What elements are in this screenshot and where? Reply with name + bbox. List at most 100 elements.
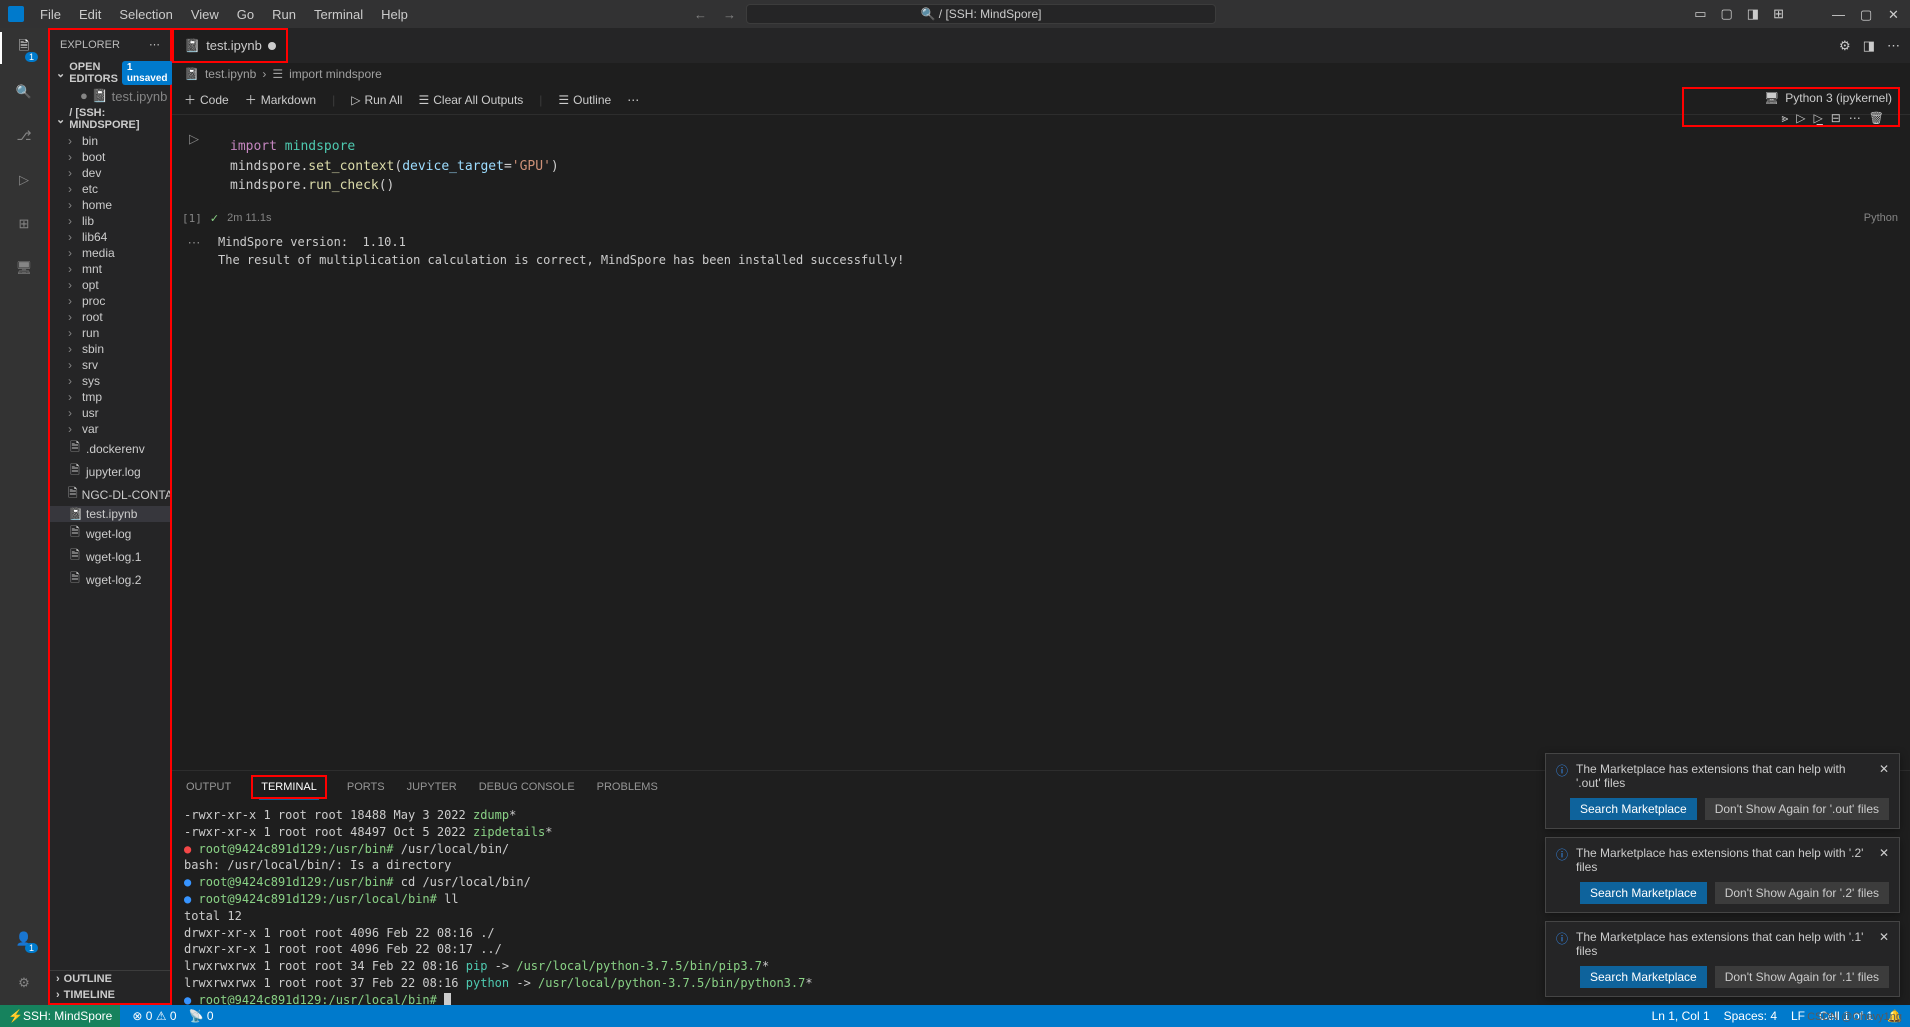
timeline-section[interactable]: ›TIMELINE xyxy=(50,987,170,1003)
folder-media[interactable]: ›media xyxy=(50,245,170,261)
run-tab-icon[interactable]: ⚙ xyxy=(1839,38,1851,54)
nav-forward-icon[interactable]: → xyxy=(723,7,736,22)
search-marketplace-button[interactable]: Search Marketplace xyxy=(1570,798,1697,820)
toolbar-more-icon[interactable]: ⋯ xyxy=(627,93,639,107)
folder-sys[interactable]: ›sys xyxy=(50,373,170,389)
menu-run[interactable]: Run xyxy=(264,3,304,26)
notification: ⓘThe Marketplace has extensions that can… xyxy=(1545,753,1900,829)
folder-root[interactable]: ›root xyxy=(50,309,170,325)
menu-help[interactable]: Help xyxy=(373,3,416,26)
folder-sbin[interactable]: ›sbin xyxy=(50,341,170,357)
modified-dot-icon xyxy=(268,42,276,50)
cell-language[interactable]: Python xyxy=(1864,212,1898,224)
folder-usr[interactable]: ›usr xyxy=(50,405,170,421)
title-search-text: / [SSH: MindSpore] xyxy=(939,7,1042,21)
settings-icon[interactable]: ⚙ xyxy=(12,971,36,995)
code-cell[interactable]: ▷ import mindspore mindspore.set_context… xyxy=(172,125,1910,208)
status-lf[interactable]: LF xyxy=(1791,1009,1805,1023)
menu-terminal[interactable]: Terminal xyxy=(306,3,371,26)
search-marketplace-button[interactable]: Search Marketplace xyxy=(1580,966,1707,988)
folder-run[interactable]: ›run xyxy=(50,325,170,341)
file-wgetlog[interactable]: 🗎wget-log xyxy=(50,522,170,545)
status-lncol[interactable]: Ln 1, Col 1 xyxy=(1652,1009,1710,1023)
run-cell-icon[interactable]: ▷ xyxy=(189,131,199,204)
outline-section[interactable]: ›OUTLINE xyxy=(50,971,170,987)
menu-go[interactable]: Go xyxy=(229,3,262,26)
file-wgetlog1[interactable]: 🗎wget-log.1 xyxy=(50,545,170,568)
menu-file[interactable]: File xyxy=(32,3,69,26)
tab-jupyter[interactable]: JUPYTER xyxy=(405,775,459,799)
open-editor-file[interactable]: ● 📓 test.ipynb xyxy=(50,87,170,105)
folder-opt[interactable]: ›opt xyxy=(50,277,170,293)
breadcrumb[interactable]: 📓 test.ipynb › ☰ import mindspore xyxy=(172,63,1910,85)
folder-mnt[interactable]: ›mnt xyxy=(50,261,170,277)
file-ngc[interactable]: 🗎NGC-DL-CONTAINER... xyxy=(50,483,170,506)
maximize-icon[interactable]: ▢ xyxy=(1860,7,1874,21)
menu-edit[interactable]: Edit xyxy=(71,3,109,26)
remote-indicator[interactable]: ⚡ SSH: MindSpore xyxy=(0,1005,120,1027)
folder-bin[interactable]: ›bin xyxy=(50,133,170,149)
tab-debug-console[interactable]: DEBUG CONSOLE xyxy=(477,775,577,799)
outline-button[interactable]: ☰ Outline xyxy=(558,93,611,107)
code-editor[interactable]: import mindspore mindspore.set_context(d… xyxy=(218,129,1900,204)
folder-dev[interactable]: ›dev xyxy=(50,165,170,181)
folder-lib[interactable]: ›lib xyxy=(50,213,170,229)
tab-more-icon[interactable]: ⋯ xyxy=(1887,38,1900,54)
menu-view[interactable]: View xyxy=(183,3,227,26)
file-jupyterlog[interactable]: 🗎jupyter.log xyxy=(50,460,170,483)
folder-etc[interactable]: ›etc xyxy=(50,181,170,197)
menu-selection[interactable]: Selection xyxy=(111,3,180,26)
close-icon[interactable]: ✕ xyxy=(1879,930,1889,944)
close-icon[interactable]: ✕ xyxy=(1879,846,1889,860)
command-center[interactable]: 🔍 / [SSH: MindSpore] xyxy=(746,4,1216,24)
search-icon[interactable]: 🔍 xyxy=(12,80,36,104)
folder-lib64[interactable]: ›lib64 xyxy=(50,229,170,245)
close-icon[interactable]: ✕ xyxy=(1879,762,1889,776)
folder-root[interactable]: ⌄/ [SSH: MINDSPORE] xyxy=(50,105,170,133)
accounts-icon[interactable]: 👤1 xyxy=(12,927,36,951)
split-tab-icon[interactable]: ◨ xyxy=(1863,38,1875,54)
source-control-icon[interactable]: ⎇ xyxy=(12,124,36,148)
customize-icon[interactable]: ⊞ xyxy=(1773,6,1784,22)
add-code-button[interactable]: ＋ Code xyxy=(184,91,229,108)
clear-outputs-button[interactable]: ☰ Clear All Outputs xyxy=(418,93,523,107)
folder-proc[interactable]: ›proc xyxy=(50,293,170,309)
minimize-icon[interactable]: — xyxy=(1832,7,1846,21)
tab-problems[interactable]: PROBLEMS xyxy=(595,775,660,799)
file-dockerenv[interactable]: 🗎.dockerenv xyxy=(50,437,170,460)
folder-boot[interactable]: ›boot xyxy=(50,149,170,165)
folder-var[interactable]: ›var xyxy=(50,421,170,437)
file-wgetlog2[interactable]: 🗎wget-log.2 xyxy=(50,568,170,591)
status-errors[interactable]: ⊗ 0 ⚠ 0 xyxy=(132,1009,176,1023)
sidebar-icon[interactable]: ◨ xyxy=(1747,6,1759,22)
tab-output[interactable]: OUTPUT xyxy=(184,775,233,799)
dont-show-button[interactable]: Don't Show Again for '.out' files xyxy=(1705,798,1889,820)
notification: ⓘThe Marketplace has extensions that can… xyxy=(1545,921,1900,997)
run-all-button[interactable]: ▷ Run All xyxy=(351,93,402,107)
file-tree: ›bin ›boot ›dev ›etc ›home ›lib ›lib64 ›… xyxy=(50,133,170,970)
status-ports[interactable]: 📡 0 xyxy=(189,1009,214,1023)
explorer-icon[interactable]: 🗎1 xyxy=(12,36,36,60)
explorer-more-icon[interactable]: ⋯ xyxy=(149,38,160,51)
search-marketplace-button[interactable]: Search Marketplace xyxy=(1580,882,1707,904)
tab-ports[interactable]: PORTS xyxy=(345,775,387,799)
run-debug-icon[interactable]: ▷ xyxy=(12,168,36,192)
folder-srv[interactable]: ›srv xyxy=(50,357,170,373)
layout-icon[interactable]: ▭ xyxy=(1694,6,1706,22)
status-spaces[interactable]: Spaces: 4 xyxy=(1724,1009,1777,1023)
add-markdown-button[interactable]: ＋ Markdown xyxy=(245,91,316,108)
notif-message: The Marketplace has extensions that can … xyxy=(1576,846,1871,874)
tab-testipynb[interactable]: 📓 test.ipynb xyxy=(172,28,288,63)
nav-back-icon[interactable]: ← xyxy=(694,7,707,22)
dont-show-button[interactable]: Don't Show Again for '.2' files xyxy=(1715,882,1889,904)
open-editors-section[interactable]: ⌄OPEN EDITORS 1 unsaved xyxy=(50,59,170,87)
file-testipynb[interactable]: 📓test.ipynb xyxy=(50,506,170,522)
close-icon[interactable]: ✕ xyxy=(1888,7,1902,21)
panel-icon[interactable]: ▢ xyxy=(1721,6,1733,22)
folder-tmp[interactable]: ›tmp xyxy=(50,389,170,405)
tab-terminal[interactable]: TERMINAL xyxy=(259,775,319,800)
folder-home[interactable]: ›home xyxy=(50,197,170,213)
remote-explorer-icon[interactable]: 🖥 xyxy=(12,256,36,280)
extensions-icon[interactable]: ⊞ xyxy=(12,212,36,236)
dont-show-button[interactable]: Don't Show Again for '.1' files xyxy=(1715,966,1889,988)
